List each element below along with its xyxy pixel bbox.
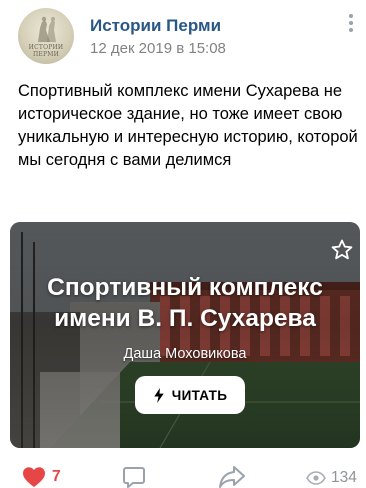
bolt-icon (154, 387, 164, 403)
post-text: Спортивный комплекс имени Сухарева не ис… (18, 82, 358, 169)
article-title: Спортивный комплекс имени В. П. Сухарева (47, 274, 323, 332)
more-options-icon[interactable] (346, 14, 356, 36)
post-actions: 7 134 (0, 455, 366, 488)
card-overlay (10, 222, 360, 448)
post-date[interactable]: 12 дек 2019 в 15:08 (90, 40, 226, 57)
read-button-label: ЧИТАТЬ (171, 387, 228, 403)
article-card[interactable]: Спортивный комплекс имени В. П. Сухарева… (10, 222, 360, 448)
post-header: ИСТОРИИ ПЕРМИ Истории Перми 12 дек 2019 … (0, 0, 366, 72)
heart-icon (23, 467, 45, 487)
monument-image (38, 16, 56, 42)
eye-icon (306, 471, 326, 485)
star-icon[interactable] (330, 238, 354, 262)
group-avatar[interactable]: ИСТОРИИ ПЕРМИ (18, 8, 74, 64)
avatar-logo-text: ИСТОРИИ ПЕРМИ (28, 44, 64, 58)
article-author: Даша Моховикова (123, 346, 247, 362)
read-button[interactable]: ЧИТАТЬ (135, 376, 245, 414)
comment-icon[interactable] (122, 465, 146, 488)
like-count: 7 (52, 468, 61, 485)
views-counter: 134 (306, 469, 357, 487)
views-count: 134 (331, 469, 357, 486)
group-name-link[interactable]: Истории Перми (90, 16, 221, 36)
share-icon[interactable] (218, 465, 246, 488)
like-button[interactable]: 7 (22, 466, 61, 488)
